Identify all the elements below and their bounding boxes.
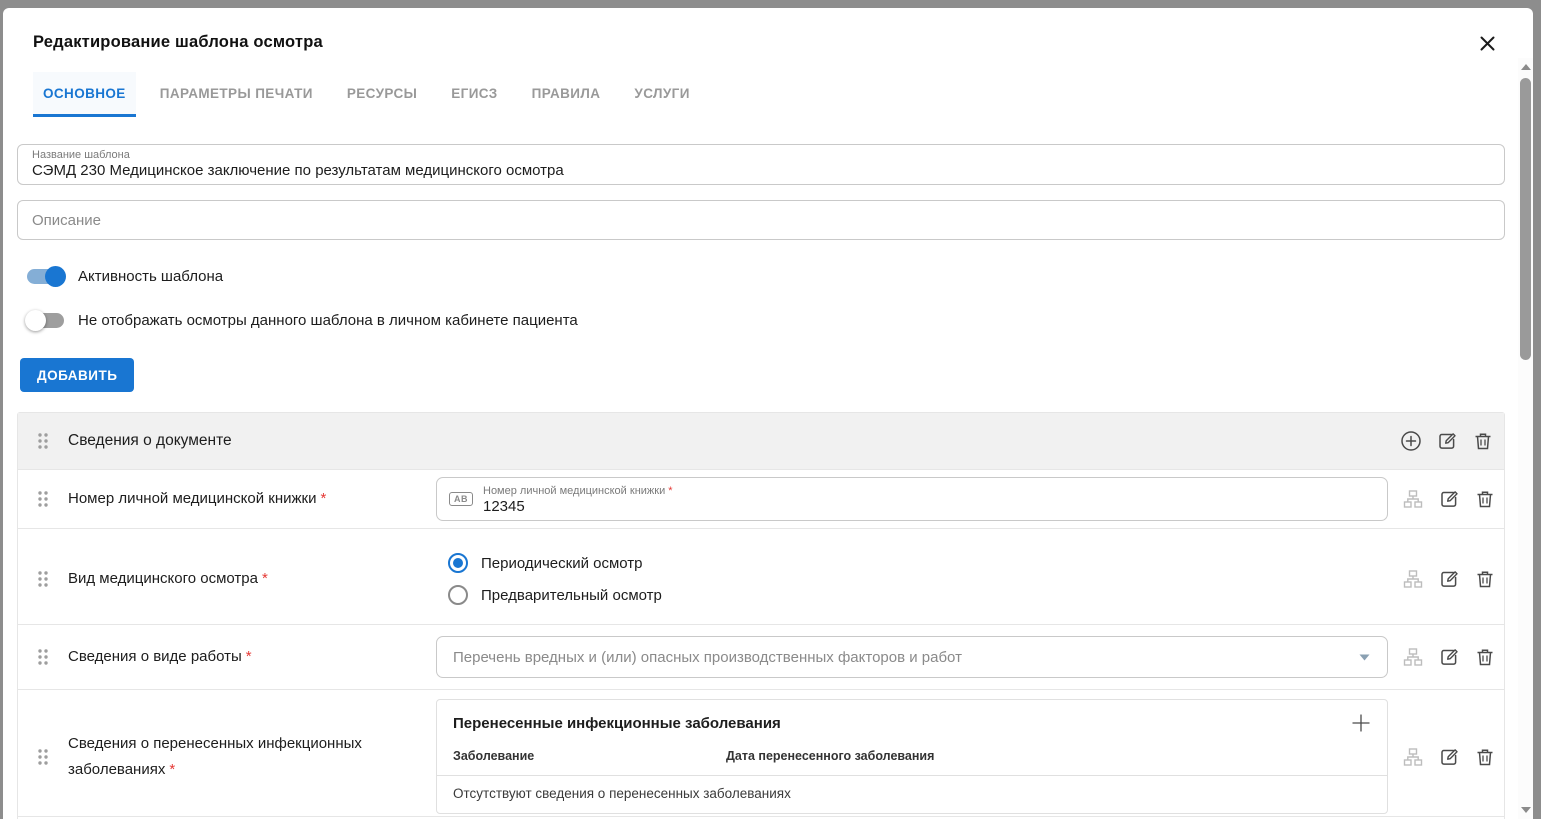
column-header: Заболевание	[453, 749, 726, 763]
modal-header: Редактирование шаблона осмотра	[3, 8, 1533, 52]
description-field[interactable]	[17, 200, 1505, 240]
section-header: Сведения о документе	[18, 413, 1504, 469]
template-name-field[interactable]: Название шаблона	[17, 144, 1505, 185]
scrollbar-thumb[interactable]	[1520, 78, 1531, 360]
delete-field-icon[interactable]	[1474, 646, 1496, 668]
document-section-card: Сведения о документе	[17, 412, 1505, 819]
tab-resources[interactable]: РЕСУРСЫ	[337, 72, 427, 117]
field-label: Номер личной медицинской книжки*	[68, 486, 436, 512]
add-disease-icon[interactable]	[1351, 713, 1371, 733]
tab-rules[interactable]: ПРАВИЛА	[522, 72, 611, 117]
field-row-work-type: Сведения о виде работы* Перечень вредных…	[18, 624, 1504, 689]
field-row-infectious-diseases: Сведения о перенесенных инфекционных заб…	[18, 689, 1504, 816]
template-active-label: Активность шаблона	[78, 268, 223, 285]
radio-periodic[interactable]: Периодический осмотр	[448, 551, 1388, 575]
edit-template-modal: Редактирование шаблона осмотра ОСНОВНОЕ …	[3, 8, 1533, 819]
edit-field-icon[interactable]	[1438, 568, 1460, 590]
text-type-icon: AB	[449, 492, 473, 506]
field-row-med-book: Номер личной медицинской книжки* AB Номе…	[18, 469, 1504, 528]
field-label: Вид медицинского осмотра*	[68, 566, 436, 592]
work-type-select[interactable]: Перечень вредных и (или) опасных произво…	[436, 636, 1388, 678]
hierarchy-icon[interactable]	[1402, 646, 1424, 668]
radio-preliminary[interactable]: Предварительный осмотр	[448, 583, 1388, 607]
toggle-knob	[25, 310, 46, 331]
radio-selected-icon	[448, 553, 468, 573]
radio-unselected-icon	[448, 585, 468, 605]
description-input[interactable]	[32, 212, 1490, 229]
tab-bar: ОСНОВНОЕ ПАРАМЕТРЫ ПЕЧАТИ РЕСУРСЫ ЕГИСЗ …	[33, 72, 1533, 117]
field-row-exam-type: Вид медицинского осмотра* Периодический …	[18, 528, 1504, 624]
add-button[interactable]: ДОБАВИТЬ	[20, 358, 134, 392]
field-label: Сведения о виде работы*	[68, 644, 436, 670]
row-actions	[1388, 488, 1506, 510]
tab-print-params[interactable]: ПАРАМЕТРЫ ПЕЧАТИ	[150, 72, 323, 117]
edit-field-icon[interactable]	[1438, 488, 1460, 510]
field-label: Сведения о перенесенных инфекционных заб…	[68, 731, 436, 783]
chevron-down-icon	[1358, 653, 1371, 662]
template-active-toggle[interactable]	[27, 269, 64, 284]
hierarchy-icon[interactable]	[1402, 568, 1424, 590]
close-icon	[1480, 36, 1495, 51]
modal-content: Название шаблона Активность шаблона Не о…	[3, 117, 1533, 819]
tab-main[interactable]: ОСНОВНОЕ	[33, 72, 136, 117]
edit-field-icon[interactable]	[1438, 746, 1460, 768]
delete-field-icon[interactable]	[1474, 488, 1496, 510]
edit-field-icon[interactable]	[1438, 646, 1460, 668]
row-actions	[1388, 646, 1506, 668]
exam-type-radio-group: Периодический осмотр Предварительный осм…	[436, 529, 1388, 629]
tab-egisz[interactable]: ЕГИСЗ	[441, 72, 507, 117]
scroll-down-arrow[interactable]	[1518, 803, 1533, 817]
drag-handle-icon[interactable]	[36, 490, 50, 508]
hierarchy-icon[interactable]	[1402, 488, 1424, 510]
toggle-row-hide-exams: Не отображать осмотры данного шаблона в …	[27, 308, 1505, 332]
drag-handle-icon[interactable]	[36, 748, 50, 766]
modal-title: Редактирование шаблона осмотра	[33, 33, 1503, 52]
select-placeholder: Перечень вредных и (или) опасных произво…	[453, 649, 1358, 666]
tab-services[interactable]: УСЛУГИ	[624, 72, 699, 117]
diseases-table-title: Перенесенные инфекционные заболевания	[453, 715, 781, 732]
med-book-number-field[interactable]: AB Номер личной медицинской книжки*	[436, 477, 1388, 521]
delete-section-icon[interactable]	[1472, 430, 1494, 452]
template-name-input[interactable]	[32, 162, 1490, 179]
diseases-table-columns: Заболевание Дата перенесенного заболеван…	[437, 741, 1387, 776]
hide-exams-label: Не отображать осмотры данного шаблона в …	[78, 312, 578, 329]
drag-handle-icon[interactable]	[36, 648, 50, 666]
vertical-scrollbar[interactable]	[1518, 58, 1533, 819]
drag-handle-icon[interactable]	[36, 432, 50, 450]
diseases-table-header: Перенесенные инфекционные заболевания	[437, 700, 1387, 741]
med-book-inner-label: Номер личной медицинской книжки*	[483, 485, 1375, 498]
scroll-up-arrow[interactable]	[1518, 60, 1533, 74]
hide-exams-toggle[interactable]	[27, 313, 64, 328]
hierarchy-icon[interactable]	[1402, 746, 1424, 768]
close-button[interactable]	[1477, 33, 1497, 53]
row-actions	[1388, 746, 1506, 768]
column-header: Дата перенесенного заболевания	[726, 749, 1371, 763]
add-field-icon[interactable]	[1400, 430, 1422, 452]
edit-section-icon[interactable]	[1436, 430, 1458, 452]
template-name-label: Название шаблона	[32, 149, 1490, 162]
med-book-number-input[interactable]	[483, 498, 1375, 515]
toggle-row-active: Активность шаблона	[27, 264, 1505, 288]
section-actions	[1386, 430, 1504, 452]
toggle-knob	[45, 266, 66, 287]
diseases-table-empty-text: Отсутствуют сведения о перенесенных забо…	[437, 776, 1387, 813]
delete-field-icon[interactable]	[1474, 746, 1496, 768]
delete-field-icon[interactable]	[1474, 568, 1496, 590]
drag-handle-icon[interactable]	[36, 570, 50, 588]
diseases-table: Перенесенные инфекционные заболевания За…	[436, 699, 1388, 814]
section-title: Сведения о документе	[68, 432, 1386, 450]
row-actions	[1388, 568, 1506, 590]
